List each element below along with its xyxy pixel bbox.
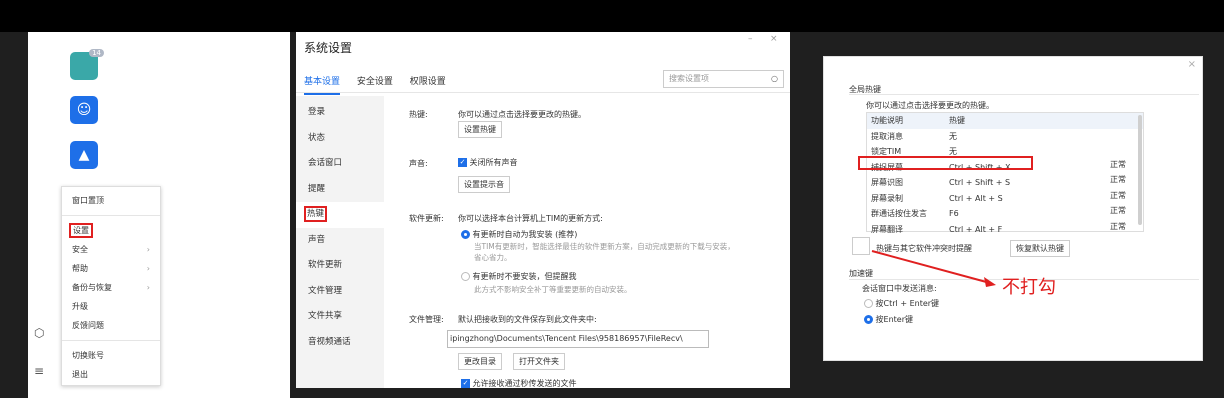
open-folder-button[interactable]: 打开文件夹 — [513, 353, 565, 370]
nav-item-av-call[interactable]: 音视频通话 — [296, 330, 384, 356]
status-text: 正常 — [1110, 160, 1126, 169]
set-tone-button[interactable]: 设置提示音 — [458, 176, 510, 193]
tab-permission[interactable]: 权限设置 — [410, 74, 446, 87]
set-hotkey-button[interactable]: 设置热键 — [458, 121, 502, 138]
radio-selected-icon — [864, 315, 873, 324]
settings-window: 系统设置 – × 基本设置 安全设置 权限设置 搜索设置项 ○ 登录 状态 会话… — [296, 32, 790, 388]
status-text: 正常 — [1110, 206, 1126, 215]
table-row[interactable]: 屏幕录制 Ctrl + Alt + S — [867, 191, 1143, 207]
hotkey-label: 热键: — [409, 110, 428, 119]
radio-empty-icon — [461, 272, 470, 281]
contacts-icon[interactable]: ☺ — [70, 96, 98, 124]
divider — [296, 92, 790, 93]
file-desc: 默认把接收到的文件保存到此文件夹中: — [458, 315, 597, 324]
settings-nav: 登录 状态 会话窗口 提醒 热键 声音 软件更新 文件管理 文件共享 音视频通话 — [296, 96, 384, 388]
scrollbar[interactable] — [1138, 115, 1142, 225]
allow-flash-transfer-checkbox[interactable]: ✓ 允许接收通过秒传发送的文件 — [461, 378, 577, 389]
update-auto-desc: 当TIM有更新时，智能选择最佳的软件更新方案，自动完成更新的下载与安装，省心省力… — [474, 242, 735, 262]
menu-item-exit[interactable]: 退出 — [62, 365, 160, 384]
update-label: 软件更新: — [409, 214, 444, 223]
notification-bell-icon[interactable]: ▲ — [70, 141, 98, 169]
table-row[interactable]: 群通话按住发言 F6 — [867, 206, 1143, 222]
close-button[interactable]: × — [770, 34, 778, 44]
table-row[interactable]: 屏幕识图 Ctrl + Shift + S — [867, 175, 1143, 191]
file-label: 文件管理: — [409, 315, 444, 324]
top-black-bar — [0, 0, 1224, 32]
search-icon: ○ — [771, 74, 778, 83]
nav-item-status[interactable]: 状态 — [296, 126, 384, 152]
status-text: 正常 — [1110, 222, 1126, 231]
nav-item-file-management[interactable]: 文件管理 — [296, 279, 384, 305]
main-menu: 窗口置顶 设置 安全 › 帮助 › 备份与恢复 › 升级 反馈问题 切换账号 退出 — [61, 186, 161, 386]
cube-icon[interactable]: ⬡ — [34, 326, 44, 340]
nav-item-login[interactable]: 登录 — [296, 100, 384, 126]
nav-item-reminder[interactable]: 提醒 — [296, 177, 384, 203]
update-auto-radio[interactable]: 有更新时自动为我安装 (推荐) — [461, 229, 577, 240]
check-icon: ✓ — [461, 379, 470, 388]
sound-label: 声音: — [409, 159, 428, 168]
window-title: 系统设置 — [304, 41, 353, 55]
minimize-button[interactable]: – — [748, 34, 753, 44]
menu-item-pin[interactable]: 窗口置顶 — [62, 191, 160, 210]
nav-item-hotkey[interactable]: 热键 — [296, 202, 384, 228]
send-enter-radio[interactable]: 按Enter键 — [864, 314, 913, 325]
tab-security[interactable]: 安全设置 — [357, 74, 393, 87]
nav-item-file-sharing[interactable]: 文件共享 — [296, 304, 384, 330]
menu-item-backup[interactable]: 备份与恢复 › — [62, 278, 160, 297]
update-notify-radio[interactable]: 有更新时不要安装，但提醒我 — [461, 271, 577, 282]
unread-badge: 14 — [89, 49, 104, 57]
table-header: 功能说明 热键 — [867, 113, 1143, 129]
change-dir-button[interactable]: 更改目录 — [458, 353, 502, 370]
menu-item-switch-account[interactable]: 切换账号 — [62, 346, 160, 365]
hotkey-desc: 你可以通过点击选择要更改的热键。 — [866, 101, 994, 110]
menu-item-upgrade[interactable]: 升级 — [62, 297, 160, 316]
hotkey-window: × 全局热键 你可以通过点击选择要更改的热键。 功能说明 热键 提取消息无 锁定… — [823, 56, 1203, 361]
menu-item-security[interactable]: 安全 › — [62, 240, 160, 259]
table-row[interactable]: 提取消息无 — [867, 129, 1143, 145]
check-icon: ✓ — [458, 158, 467, 167]
close-button[interactable]: × — [1188, 59, 1196, 70]
hotkey-table: 功能说明 热键 提取消息无 锁定TIM 无 捕捉屏幕 Ctrl + Shift + … — [866, 112, 1144, 234]
nav-item-update[interactable]: 软件更新 — [296, 253, 384, 279]
hotkey-desc: 你可以通过点击选择要更改的热键。 — [458, 110, 586, 119]
mute-all-checkbox[interactable]: ✓ 关闭所有声音 — [458, 157, 518, 168]
nav-item-sound[interactable]: 声音 — [296, 228, 384, 254]
search-input[interactable]: 搜索设置项 ○ — [663, 70, 784, 88]
table-row[interactable]: 屏幕翻译 Ctrl + Alt + F — [867, 222, 1143, 238]
annotation-text: 不打勾 — [1002, 277, 1056, 298]
divider — [849, 94, 1199, 95]
nav-item-chat-window[interactable]: 会话窗口 — [296, 151, 384, 177]
menu-item-settings[interactable]: 设置 — [62, 221, 160, 240]
file-path-input[interactable]: ipingzhong\Documents\Tencent Files\95818… — [447, 330, 709, 348]
radio-selected-icon — [461, 230, 470, 239]
highlight-box — [858, 156, 1033, 170]
send-ctrl-enter-radio[interactable]: 按Ctrl + Enter键 — [864, 298, 939, 309]
update-notify-desc: 此方式不影响安全补丁等重要更新的自动安装。 — [474, 285, 632, 294]
status-text: 正常 — [1110, 191, 1126, 200]
menu-icon[interactable]: ≡ — [34, 364, 44, 378]
restore-default-button[interactable]: 恢复默认热键 — [1010, 240, 1070, 257]
annotation-arrow-icon — [871, 250, 996, 287]
menu-item-feedback[interactable]: 反馈问题 — [62, 316, 160, 335]
avatar[interactable]: 14 — [70, 49, 104, 80]
status-text: 正常 — [1110, 175, 1126, 184]
menu-item-help[interactable]: 帮助 › — [62, 259, 160, 278]
update-desc: 你可以选择本台计算机上TIM的更新方式: — [458, 214, 603, 223]
radio-empty-icon — [864, 299, 873, 308]
